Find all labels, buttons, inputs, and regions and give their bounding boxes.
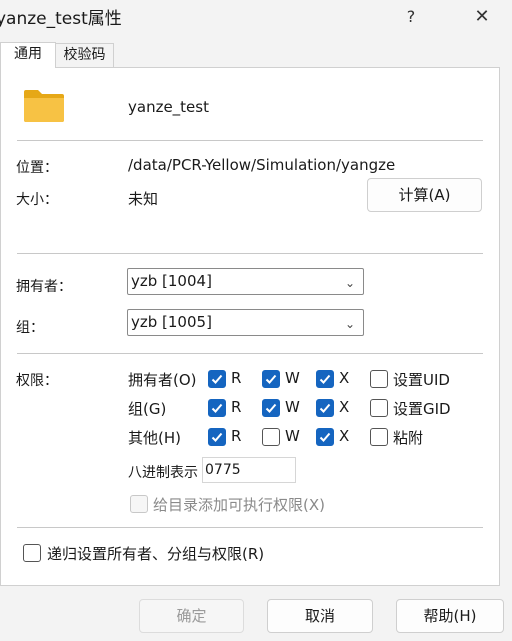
perm-w-checkbox[interactable] [262,428,280,446]
help-title-button[interactable]: ? [396,2,426,32]
octal-label: 八进制表示 [128,465,198,481]
perm-x-checkbox[interactable] [316,370,334,388]
tab-general[interactable]: 通用 [0,42,56,68]
perm-extra-checkbox[interactable] [370,370,388,388]
owner-label: 拥有者： [16,279,72,295]
octal-input[interactable]: 0775 [202,457,296,483]
perm-x-label: X [339,369,350,387]
ok-button[interactable]: 确定 [139,599,244,633]
dir-exec-label: 给目录添加可执行权限(X) [153,496,325,514]
title-bar: yanze_test属性 ? ✕ [0,0,512,34]
perm-extra-checkbox[interactable] [370,428,388,446]
chevron-down-icon: ⌄ [344,276,355,290]
perm-extra-label: 粘附 [393,429,424,447]
perm-extra-label: 设置UID [393,371,450,389]
perm-extra-checkbox[interactable] [370,399,388,417]
group-select[interactable]: yzb [1005] ⌄ [127,309,364,336]
calculate-button[interactable]: 计算(A) [367,178,482,212]
permissions-label: 权限： [16,373,58,389]
divider [17,527,483,528]
size-label: 大小： [16,192,58,208]
close-button[interactable]: ✕ [464,2,500,32]
perm-x-checkbox[interactable] [316,428,334,446]
perm-w-label: W [285,427,300,445]
divider [17,140,483,141]
group-label: 组： [16,320,44,336]
size-value: 未知 [128,190,159,208]
perm-row-label: 其他(H) [128,429,181,447]
divider [17,253,483,254]
perm-r-label: R [231,427,242,445]
perm-r-checkbox[interactable] [208,370,226,388]
perm-w-label: W [285,369,300,387]
perm-x-label: X [339,427,350,445]
perm-w-label: W [285,398,300,416]
perm-w-checkbox[interactable] [262,370,280,388]
chevron-down-icon: ⌄ [344,317,355,331]
perm-w-checkbox[interactable] [262,399,280,417]
perm-r-checkbox[interactable] [208,428,226,446]
recursive-checkbox[interactable] [23,544,41,562]
owner-select-value: yzb [1004] [131,272,212,290]
perm-x-checkbox[interactable] [316,399,334,417]
cancel-button[interactable]: 取消 [267,599,373,633]
perm-row-label: 拥有者(O) [128,371,197,389]
owner-select[interactable]: yzb [1004] ⌄ [127,268,364,295]
window-title: yanze_test属性 [0,9,122,29]
perm-r-label: R [231,398,242,416]
perm-extra-label: 设置GID [393,400,451,418]
location-value[interactable]: /data/PCR-Yellow/Simulation/yangze [128,156,395,174]
perm-r-checkbox[interactable] [208,399,226,417]
folder-icon [24,90,64,122]
perm-row-label: 组(G) [128,400,167,418]
group-select-value: yzb [1005] [131,313,212,331]
perm-r-label: R [231,369,242,387]
file-name-field[interactable]: yanze_test [128,93,480,121]
recursive-label: 递归设置所有者、分组与权限(R) [47,545,265,563]
dir-exec-checkbox[interactable] [130,495,148,513]
tab-checksum[interactable]: 校验码 [56,43,114,67]
perm-x-label: X [339,398,350,416]
divider [17,353,483,354]
help-button[interactable]: 帮助(H) [396,599,504,633]
location-label: 位置： [16,160,58,176]
